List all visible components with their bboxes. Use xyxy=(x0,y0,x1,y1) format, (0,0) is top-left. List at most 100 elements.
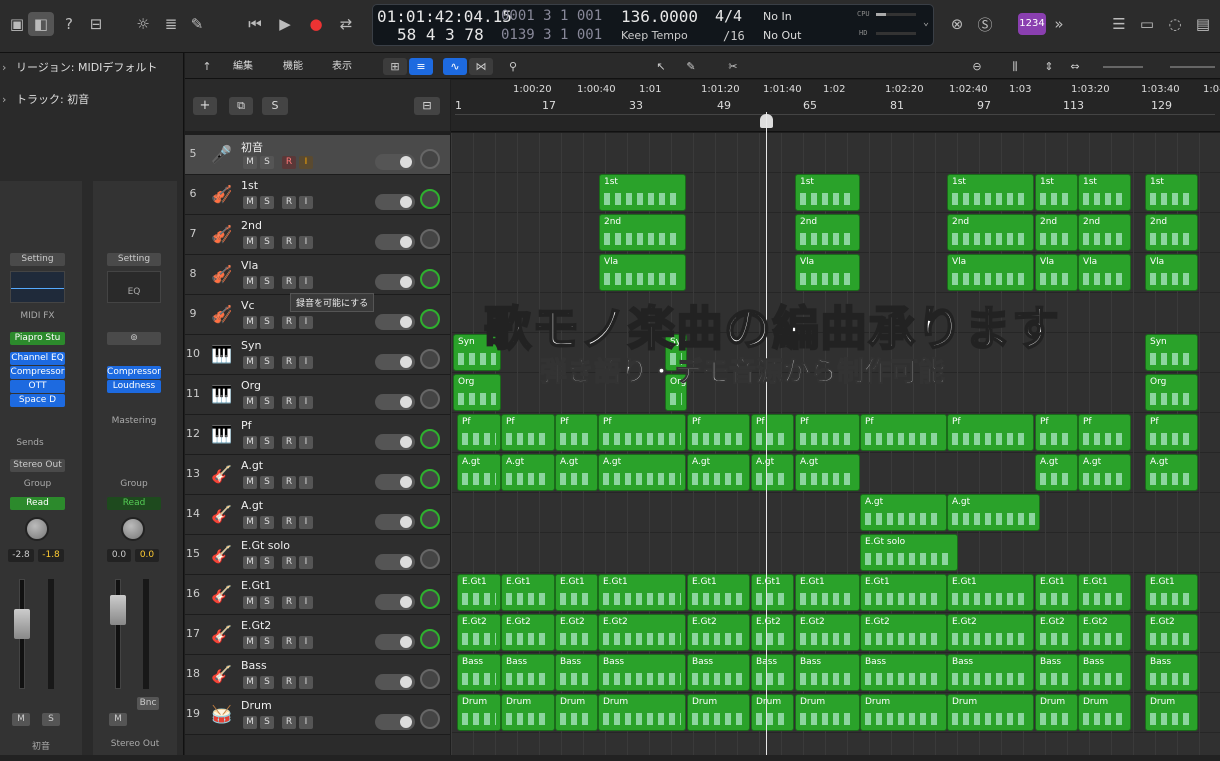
midi-region[interactable]: A.gt xyxy=(687,454,750,491)
input-monitor-button[interactable]: I xyxy=(299,556,313,569)
track-header[interactable]: 6 🎻 1st M S R I xyxy=(185,175,450,215)
peak-readout[interactable]: 0.0 xyxy=(135,549,159,562)
midi-region[interactable]: 2nd xyxy=(1078,214,1131,251)
track-on-off-toggle[interactable] xyxy=(375,634,415,650)
track-inspector-header[interactable]: › トラック: 初音 xyxy=(0,89,184,111)
horizontal-zoom-slider[interactable] xyxy=(1170,66,1215,68)
setting-button[interactable]: Setting xyxy=(107,253,161,266)
track-volume-knob[interactable] xyxy=(420,629,440,649)
pencil-tool-icon[interactable]: ✎ xyxy=(679,58,703,75)
midi-region[interactable]: A.gt xyxy=(1078,454,1131,491)
track-mute-button[interactable]: M xyxy=(243,636,257,649)
midi-region[interactable]: Drum xyxy=(751,694,794,731)
track-on-off-toggle[interactable] xyxy=(375,274,415,290)
plugin-slot-1[interactable]: Compressor xyxy=(107,366,161,379)
track-volume-knob[interactable] xyxy=(420,189,440,209)
plugin-slot-3[interactable]: OTT xyxy=(10,380,65,393)
track-volume-knob[interactable] xyxy=(420,149,440,169)
note-pad-icon[interactable]: ▭ xyxy=(1134,12,1160,36)
record-enable-button[interactable]: R xyxy=(282,516,296,529)
midi-region[interactable]: Bass xyxy=(687,654,750,691)
midi-region[interactable]: Org xyxy=(1145,374,1198,411)
track-mute-button[interactable]: M xyxy=(243,276,257,289)
record-enable-button[interactable]: R xyxy=(282,676,296,689)
track-folder-icon[interactable]: ⊟ xyxy=(414,97,440,115)
midi-region[interactable]: Bass xyxy=(795,654,860,691)
vertical-zoom-slider[interactable] xyxy=(1103,66,1143,68)
midi-region[interactable]: Pf xyxy=(598,414,686,451)
track-lane[interactable] xyxy=(451,533,1220,573)
input-monitor-button[interactable]: I xyxy=(299,156,313,169)
track-header[interactable]: 17 🎸 E.Gt2 M S R I xyxy=(185,615,450,655)
record-enable-button[interactable]: R xyxy=(282,196,296,209)
track-solo-button[interactable]: S xyxy=(260,236,274,249)
track-mute-button[interactable]: M xyxy=(243,356,257,369)
region-inspector-header[interactable]: › リージョン: MIDIデフォルト xyxy=(0,57,184,79)
track-name[interactable]: E.Gt2 xyxy=(241,619,271,632)
scissors-tool-icon[interactable]: ✂ xyxy=(721,58,745,75)
mute-button[interactable]: M xyxy=(12,713,30,726)
midi-region[interactable]: E.Gt2 xyxy=(1035,614,1078,651)
midi-region[interactable]: Drum xyxy=(457,694,501,731)
track-on-off-toggle[interactable] xyxy=(375,234,415,250)
midi-region[interactable]: Bass xyxy=(555,654,598,691)
track-mute-button[interactable]: M xyxy=(243,396,257,409)
track-header[interactable]: 10 🎹 Syn M S R I xyxy=(185,335,450,375)
track-name[interactable]: Drum xyxy=(241,699,272,712)
plugin-slot-2[interactable]: Loudness xyxy=(107,380,161,393)
track-header[interactable]: 18 🎸 Bass M S R I xyxy=(185,655,450,695)
smart-controls-icon[interactable]: ☼ xyxy=(130,12,156,36)
midi-region[interactable]: E.Gt1 xyxy=(1145,574,1198,611)
track-on-off-toggle[interactable] xyxy=(375,474,415,490)
track-name[interactable]: A.gt xyxy=(241,459,263,472)
rewind-icon[interactable]: ⏮ xyxy=(242,12,268,36)
input-monitor-button[interactable]: I xyxy=(299,356,313,369)
input-monitor-button[interactable]: I xyxy=(299,636,313,649)
midi-region[interactable]: Pf xyxy=(1078,414,1131,451)
midi-region[interactable]: Bass xyxy=(598,654,686,691)
midi-region[interactable]: 2nd xyxy=(795,214,860,251)
track-name[interactable]: 2nd xyxy=(241,219,262,232)
track-name[interactable]: Pf xyxy=(241,419,252,432)
volume-fader-cap[interactable] xyxy=(110,595,126,625)
track-volume-knob[interactable] xyxy=(420,229,440,249)
midi-region[interactable]: Drum xyxy=(795,694,860,731)
midi-region[interactable]: 2nd xyxy=(599,214,686,251)
midi-region[interactable]: Drum xyxy=(687,694,750,731)
midi-region[interactable]: E.Gt1 xyxy=(598,574,686,611)
record-enable-button[interactable]: R xyxy=(282,236,296,249)
midi-region[interactable]: Drum xyxy=(598,694,686,731)
midi-region[interactable]: E.Gt2 xyxy=(598,614,686,651)
record-enable-button[interactable]: R xyxy=(282,716,296,729)
library-icon[interactable]: ▣ xyxy=(4,12,30,36)
tuner-icon[interactable]: ⊗ xyxy=(944,12,970,36)
solo-mode-icon[interactable]: Ⓢ xyxy=(972,12,998,36)
mastering-label[interactable]: Mastering xyxy=(107,416,161,426)
track-on-off-toggle[interactable] xyxy=(375,554,415,570)
track-mute-button[interactable]: M xyxy=(243,516,257,529)
input-monitor-button[interactable]: I xyxy=(299,716,313,729)
midi-region[interactable]: Drum xyxy=(860,694,947,731)
track-header[interactable]: 14 🎸 A.gt M S R I xyxy=(185,495,450,535)
link-icon[interactable]: ⊚ xyxy=(107,332,161,345)
track-solo-button[interactable]: S xyxy=(260,476,274,489)
mixer-icon[interactable]: ≣ xyxy=(158,12,184,36)
midi-region[interactable]: Drum xyxy=(1035,694,1078,731)
track-header[interactable]: 12 🎹 Pf M S R I xyxy=(185,415,450,455)
midi-region[interactable]: E.Gt2 xyxy=(1078,614,1131,651)
track-header[interactable]: 19 🥁 Drum M S R I xyxy=(185,695,450,735)
automation-mode[interactable]: Read xyxy=(107,497,161,510)
track-solo-button[interactable]: S xyxy=(260,356,274,369)
track-mute-button[interactable]: M xyxy=(243,316,257,329)
midi-region[interactable]: Vla xyxy=(947,254,1034,291)
track-volume-knob[interactable] xyxy=(420,269,440,289)
record-enable-button[interactable]: R xyxy=(282,556,296,569)
midi-region[interactable]: Vla xyxy=(1078,254,1131,291)
midi-region[interactable]: Pf xyxy=(751,414,794,451)
plugin-slot-1[interactable]: Channel EQ xyxy=(10,352,65,365)
plugin-slot-2[interactable]: Compressor xyxy=(10,366,65,379)
catch-icon[interactable]: ⊖ xyxy=(965,58,989,75)
midi-region[interactable]: Pf xyxy=(457,414,501,451)
midi-region[interactable]: E.Gt2 xyxy=(860,614,947,651)
waveform-zoom-icon[interactable]: ⫼ xyxy=(1003,58,1027,75)
